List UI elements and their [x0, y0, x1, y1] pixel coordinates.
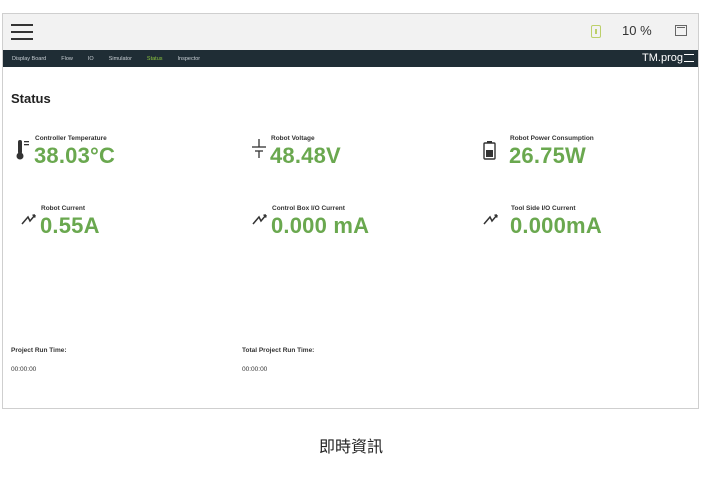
- metric-control-box-io-current: Control Box I/O Current 0.000 mA: [252, 205, 472, 245]
- metric-label: Tool Side I/O Current: [511, 205, 576, 212]
- lightning-icon: [483, 205, 499, 236]
- metric-value: 0.55A: [40, 213, 100, 238]
- brand-text: TM.prog: [642, 52, 683, 64]
- lightning-icon: [252, 205, 268, 236]
- metric-robot-current: Robot Current 0.55A: [21, 205, 221, 245]
- tab-display-board[interactable]: Display Board: [12, 56, 46, 62]
- lightning-icon: [21, 205, 37, 236]
- project-run-time-value: 00:00:00: [11, 366, 37, 373]
- total-project-run-time-label: Total Project Run Time:: [242, 347, 315, 354]
- nav-bar: Display Board Flow IO Simulator Status I…: [3, 50, 698, 67]
- top-toolbar: 10 %: [3, 14, 698, 50]
- metric-controller-temperature: Controller Temperature 38.03°C: [15, 135, 215, 175]
- metric-value: 48.48V: [270, 143, 341, 168]
- tab-flow[interactable]: Flow: [61, 56, 73, 62]
- app-window: 10 % Display Board Flow IO Simulator Sta…: [2, 13, 699, 409]
- metric-tool-side-io-current: Tool Side I/O Current 0.000mA: [483, 205, 693, 245]
- metric-robot-voltage: Robot Voltage 48.48V: [251, 135, 451, 175]
- thermometer-icon: [15, 135, 31, 166]
- metric-label: Robot Current: [41, 205, 86, 212]
- project-run-time-label: Project Run Time:: [11, 347, 67, 354]
- battery-icon: [482, 135, 498, 168]
- tab-io[interactable]: IO: [88, 56, 94, 62]
- page-title: Status: [11, 91, 51, 106]
- nav-tabs: Display Board Flow IO Simulator Status I…: [12, 50, 215, 67]
- metric-label: Controller Temperature: [35, 135, 107, 142]
- metric-value: 0.000 mA: [271, 213, 370, 238]
- notification-icon[interactable]: [591, 25, 601, 38]
- metric-label: Robot Power Consumption: [510, 135, 594, 142]
- total-project-run-time-value: 00:00:00: [242, 366, 268, 373]
- voltage-icon: [251, 135, 269, 166]
- menu-icon[interactable]: [11, 24, 33, 40]
- tab-simulator[interactable]: Simulator: [109, 56, 132, 62]
- tab-status[interactable]: Status: [147, 56, 163, 62]
- brand-label: TM.prog: [642, 52, 694, 64]
- figure-caption: 即時資訊: [318, 437, 383, 456]
- tab-inspector[interactable]: Inspector: [178, 56, 201, 62]
- window-icon[interactable]: [675, 25, 687, 36]
- metric-robot-power-consumption: Robot Power Consumption 26.75W: [482, 135, 692, 175]
- metric-value: 0.000mA: [510, 213, 602, 238]
- metric-label: Control Box I/O Current: [272, 205, 345, 212]
- zoom-level: 10 %: [622, 23, 652, 38]
- brand-menu-icon[interactable]: [684, 54, 694, 63]
- metric-label: Robot Voltage: [271, 135, 315, 142]
- metric-value: 38.03°C: [34, 143, 116, 168]
- metric-value: 26.75W: [509, 143, 587, 168]
